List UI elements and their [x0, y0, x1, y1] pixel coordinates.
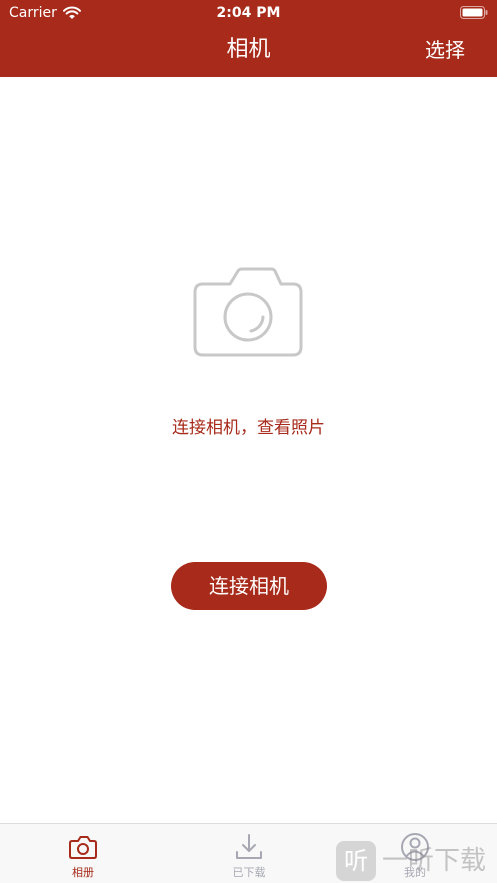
user-icon	[401, 833, 429, 861]
tab-mine[interactable]: 我的	[332, 824, 497, 883]
camera-icon	[69, 836, 97, 859]
tab-bar: 相册 已下载 我的	[0, 823, 497, 883]
tab-album-label: 相册	[72, 866, 94, 879]
page-title: 相机	[226, 37, 271, 62]
status-bar: Carrier 2:04 PM	[0, 0, 497, 26]
download-icon	[236, 834, 262, 859]
tab-mine-label: 我的	[404, 866, 426, 879]
nav-bar: 相机 选择	[0, 26, 497, 77]
tab-downloaded[interactable]: 已下载	[166, 824, 332, 883]
header: Carrier 2:04 PM 相机 选择	[0, 0, 497, 77]
battery-icon	[460, 6, 488, 19]
camera-screen: Carrier 2:04 PM 相机 选择 连接相机，查看照片 连接相机 相册 …	[0, 0, 497, 883]
connect-camera-button[interactable]: 连接相机	[171, 562, 327, 610]
status-time: 2:04 PM	[216, 5, 281, 21]
empty-state-message: 连接相机，查看照片	[172, 418, 325, 438]
select-button[interactable]: 选择	[425, 36, 465, 64]
tab-downloaded-label: 已下载	[232, 866, 266, 879]
camera-icon	[193, 267, 303, 357]
tab-album[interactable]: 相册	[0, 824, 166, 883]
